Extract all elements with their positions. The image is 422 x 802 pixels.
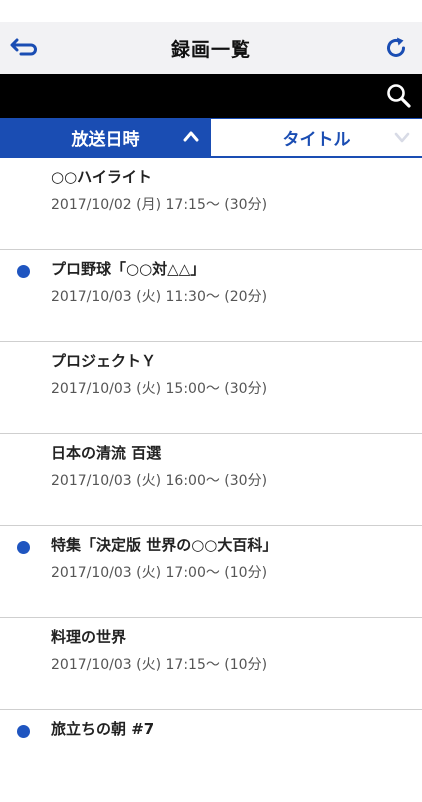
recording-title: プロ野球「○○対△△」 bbox=[51, 260, 206, 278]
recording-title: 特集「決定版 世界の○○大百科」 bbox=[51, 536, 278, 554]
recording-datetime: 2017/10/03 (火) 16:00〜 (30分) bbox=[51, 473, 268, 489]
back-arrow-icon bbox=[10, 38, 37, 56]
sort-tabs: 放送日時 タイトル bbox=[0, 118, 422, 158]
recording-title: ○○ハイライト bbox=[51, 168, 152, 186]
tab-title[interactable]: タイトル bbox=[211, 118, 422, 156]
refresh-button[interactable] bbox=[382, 35, 410, 61]
status-bar bbox=[0, 0, 422, 22]
chevron-down-icon bbox=[394, 132, 410, 143]
recording-title: 日本の清流 百選 bbox=[51, 444, 162, 462]
page-title: 録画一覧 bbox=[170, 38, 251, 61]
recording-title: 料理の世界 bbox=[51, 628, 127, 646]
navigation-bar: 録画一覧 bbox=[0, 22, 422, 74]
search-icon bbox=[387, 84, 411, 108]
search-button[interactable] bbox=[386, 83, 412, 109]
list-item[interactable]: 旅立ちの朝 #7 bbox=[0, 710, 422, 802]
search-bar bbox=[0, 74, 422, 118]
recording-datetime: 2017/10/03 (火) 17:00〜 (10分) bbox=[51, 565, 268, 581]
recording-title: 旅立ちの朝 #7 bbox=[51, 720, 155, 738]
recording-datetime: 2017/10/02 (月) 17:15〜 (30分) bbox=[51, 197, 268, 213]
chevron-up-icon bbox=[183, 131, 199, 142]
refresh-icon bbox=[387, 37, 405, 57]
list-item[interactable]: 料理の世界 2017/10/03 (火) 17:15〜 (10分) bbox=[0, 618, 422, 710]
recording-datetime: 2017/10/03 (火) 11:30〜 (20分) bbox=[51, 289, 268, 305]
list-item[interactable]: ○○ハイライト 2017/10/02 (月) 17:15〜 (30分) bbox=[0, 158, 422, 250]
unwatched-dot-icon bbox=[17, 725, 30, 738]
list-item[interactable]: プロ野球「○○対△△」 2017/10/03 (火) 11:30〜 (20分) bbox=[0, 250, 422, 342]
tab-label: タイトル bbox=[282, 130, 351, 150]
tab-label: 放送日時 bbox=[71, 129, 140, 150]
recording-list: ○○ハイライト 2017/10/02 (月) 17:15〜 (30分) プロ野球… bbox=[0, 158, 422, 802]
tab-broadcast-datetime[interactable]: 放送日時 bbox=[0, 118, 211, 156]
recording-datetime: 2017/10/03 (火) 17:15〜 (10分) bbox=[51, 657, 268, 673]
list-item[interactable]: プロジェクトＹ 2017/10/03 (火) 15:00〜 (30分) bbox=[0, 342, 422, 434]
list-item[interactable]: 日本の清流 百選 2017/10/03 (火) 16:00〜 (30分) bbox=[0, 434, 422, 526]
list-item[interactable]: 特集「決定版 世界の○○大百科」 2017/10/03 (火) 17:00〜 (… bbox=[0, 526, 422, 618]
unwatched-dot-icon bbox=[17, 541, 30, 554]
unwatched-dot-icon bbox=[17, 265, 30, 278]
recording-title: プロジェクトＹ bbox=[51, 352, 157, 370]
recording-datetime: 2017/10/03 (火) 15:00〜 (30分) bbox=[51, 381, 268, 397]
back-button[interactable] bbox=[10, 35, 38, 61]
